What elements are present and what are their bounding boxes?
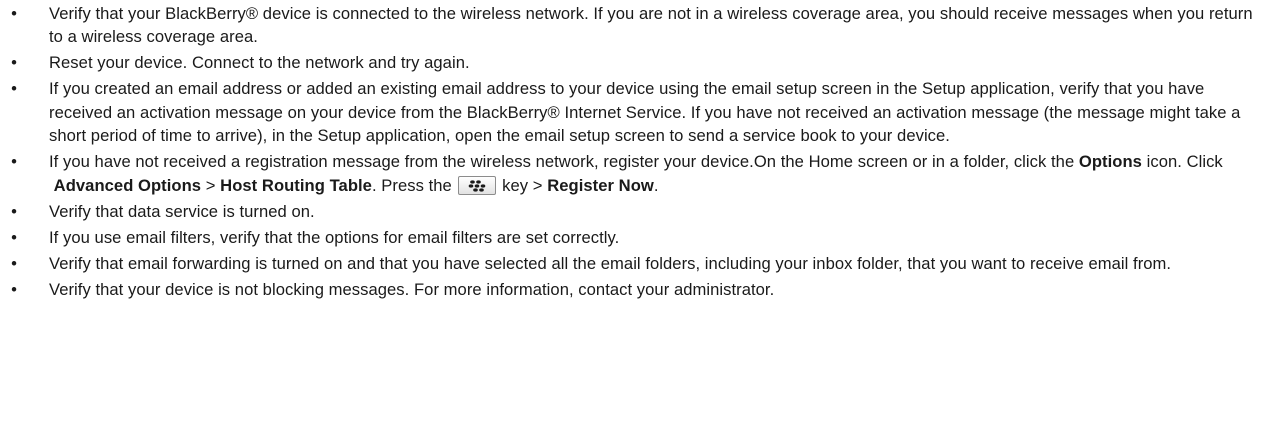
troubleshooting-bullet-list: • Verify that your BlackBerry® device is… bbox=[0, 0, 1265, 301]
list-item: • If you use email filters, verify that … bbox=[0, 226, 1265, 249]
list-item-register-device: • If you have not received a registratio… bbox=[0, 150, 1265, 197]
list-item-text: Reset your device. Connect to the networ… bbox=[49, 53, 470, 73]
list-item-text: Verify that data service is turned on. bbox=[49, 201, 315, 221]
list-item-text: If you created an email address or added… bbox=[49, 79, 1241, 146]
options-label: Options bbox=[1078, 152, 1142, 172]
host-routing-table-label: Host Routing Table bbox=[220, 175, 372, 195]
list-item: • Verify that email forwarding is turned… bbox=[0, 252, 1265, 275]
list-item-text: Verify that email forwarding is turned o… bbox=[49, 253, 1172, 273]
bullet-icon: • bbox=[11, 253, 17, 273]
press-the-text: . Press the bbox=[371, 175, 452, 195]
blackberry-menu-key-icon bbox=[457, 175, 496, 195]
bullet-icon: • bbox=[11, 4, 17, 23]
bullet-icon: • bbox=[11, 201, 17, 221]
icon-click-text: icon. Click bbox=[1146, 152, 1223, 172]
list-item-text: Verify that your BlackBerry® device is c… bbox=[49, 4, 1253, 47]
list-item-text: Verify that your device is not blocking … bbox=[49, 279, 775, 299]
register-now-label: Register Now bbox=[547, 175, 654, 195]
troubleshooting-document: • Verify that your BlackBerry® device is… bbox=[0, 0, 1265, 433]
list-item-text: If you use email filters, verify that th… bbox=[49, 227, 620, 247]
list-item: • Verify that data service is turned on. bbox=[0, 200, 1265, 223]
bullet-icon: • bbox=[11, 279, 17, 299]
end-period: . bbox=[653, 175, 659, 195]
key-arrow-text: key > bbox=[502, 175, 543, 195]
advanced-options-label: Advanced Options bbox=[53, 175, 202, 195]
list-item: • Reset your device. Connect to the netw… bbox=[0, 51, 1265, 74]
bullet-icon: • bbox=[11, 152, 17, 172]
bullet-icon: • bbox=[11, 227, 17, 247]
bullet-icon: • bbox=[11, 53, 17, 73]
list-item: • If you created an email address or add… bbox=[0, 77, 1265, 147]
register-intro-text: If you have not received a registration … bbox=[49, 152, 1075, 172]
arrow-separator: > bbox=[205, 175, 216, 195]
list-item: • Verify that your device is not blockin… bbox=[0, 278, 1265, 301]
bullet-icon: • bbox=[11, 79, 17, 99]
list-item: • Verify that your BlackBerry® device is… bbox=[0, 2, 1265, 49]
